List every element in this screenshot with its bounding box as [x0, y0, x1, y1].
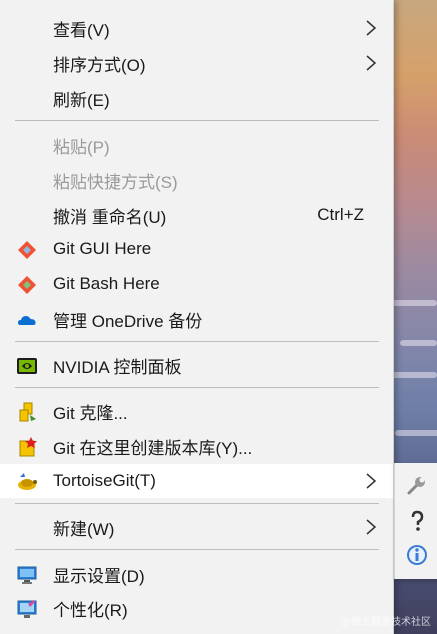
menu-item-label: 刷新(E) [53, 90, 110, 110]
wallpaper-wave [400, 340, 437, 346]
wallpaper-wave [395, 430, 437, 436]
onedrive-cloud-icon [18, 316, 36, 325]
menu-item-display-settings[interactable]: 显示设置(D) [0, 557, 393, 591]
menu-item-label: Git GUI Here [53, 239, 152, 258]
menu-item-new[interactable]: 新建(W) [0, 510, 393, 544]
watermark-text: @稀土掘金技术社区 [341, 617, 431, 628]
menu-item-refresh[interactable]: 刷新(E) [0, 81, 393, 115]
nvidia-icon [17, 358, 37, 374]
menu-item-view[interactable]: 查看(V) [0, 11, 393, 45]
shortcut-label: Ctrl+Z [317, 205, 364, 224]
menu-item-tortoisegit[interactable]: TortoiseGit(T) [0, 464, 393, 498]
chevron-right-icon [366, 55, 377, 71]
menu-item-git-bash[interactable]: Git Bash Here [0, 267, 393, 301]
git-bash-icon [18, 276, 36, 294]
menu-item-label: Git 在这里创建版本库(Y)... [53, 438, 253, 458]
menu-item-label: 撤消 重命名(U) [53, 207, 167, 227]
menu-item-git-clone[interactable]: Git 克隆... [0, 394, 393, 428]
menu-item-label: 新建(W) [53, 519, 115, 539]
menu-separator [15, 503, 379, 504]
tortoisegit-clone-icon [19, 402, 36, 422]
menu-separator [15, 387, 379, 388]
menu-item-label: 粘贴(P) [53, 137, 110, 157]
personalize-icon [17, 600, 37, 618]
menu-item-label: 个性化(R) [53, 600, 128, 620]
help-icon[interactable] [405, 509, 429, 533]
menu-item-label: Git Bash Here [53, 274, 160, 293]
menu-item-label: 查看(V) [53, 20, 110, 40]
menu-separator [15, 120, 379, 121]
git-gui-icon [18, 241, 36, 259]
menu-item-paste: 粘贴(P) [0, 128, 393, 162]
menu-item-git-create-repo[interactable]: Git 在这里创建版本库(Y)... [0, 429, 393, 463]
menu-item-label: 显示设置(D) [53, 566, 145, 586]
chevron-right-icon [366, 20, 377, 36]
chevron-right-icon [366, 519, 377, 535]
menu-separator [15, 549, 379, 550]
menu-item-git-gui[interactable]: Git GUI Here [0, 232, 393, 266]
menu-item-sort-by[interactable]: 排序方式(O) [0, 46, 393, 80]
tortoisegit-submenu [394, 463, 437, 579]
menu-item-nvidia-control-panel[interactable]: NVIDIA 控制面板 [0, 348, 393, 382]
chevron-right-icon [366, 473, 377, 489]
menu-item-paste-shortcut: 粘贴快捷方式(S) [0, 163, 393, 197]
menu-item-label: Git 克隆... [53, 403, 128, 423]
menu-item-label: 管理 OneDrive 备份 [53, 311, 203, 331]
menu-item-onedrive-backup[interactable]: 管理 OneDrive 备份 [0, 302, 393, 336]
menu-item-undo-rename[interactable]: 撤消 重命名(U) Ctrl+Z [0, 198, 393, 232]
menu-separator [15, 341, 379, 342]
tortoisegit-icon [18, 473, 37, 490]
display-settings-icon [17, 566, 37, 584]
info-icon[interactable] [405, 543, 429, 567]
menu-item-label: 排序方式(O) [53, 55, 146, 75]
menu-item-personalize[interactable]: 个性化(R) [0, 591, 393, 625]
menu-item-label: NVIDIA 控制面板 [53, 357, 182, 377]
tortoisegit-create-repo-icon [19, 437, 37, 457]
menu-item-label: 粘贴快捷方式(S) [53, 172, 178, 192]
menu-item-label: TortoiseGit(T) [53, 471, 156, 490]
wrench-icon[interactable] [405, 473, 429, 497]
context-menu: 查看(V) 排序方式(O) 刷新(E) 粘贴(P) 粘贴快捷方式(S) 撤消 重… [0, 0, 394, 634]
